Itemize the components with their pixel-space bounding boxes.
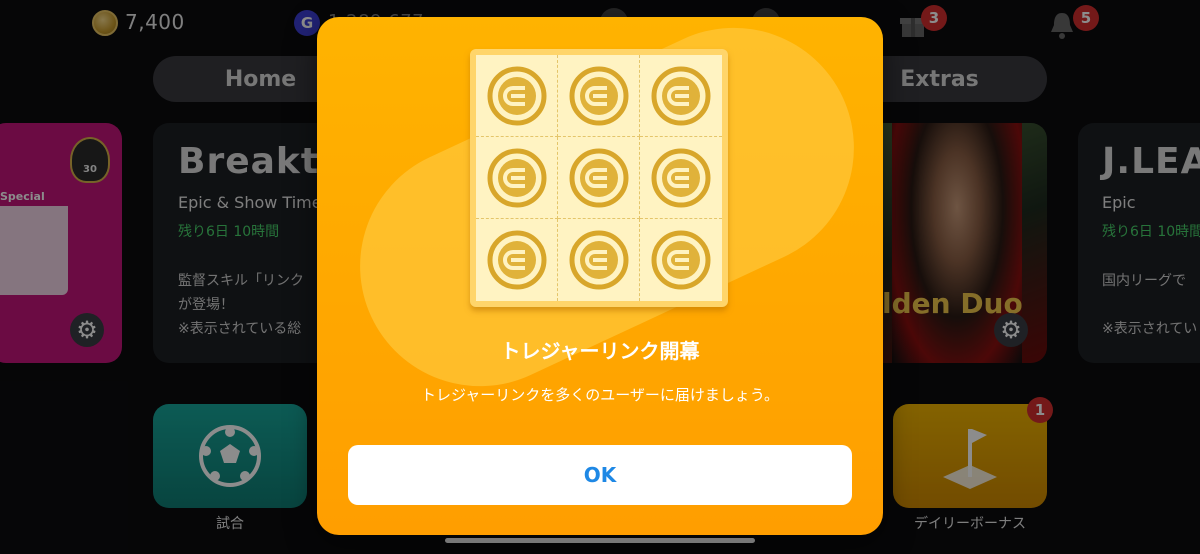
ok-button[interactable]: OK: [348, 445, 852, 505]
treasure-coin-icon: [640, 137, 722, 219]
treasure-coin-icon: [476, 219, 558, 301]
treasure-coin-icon: [640, 219, 722, 301]
treasure-coin-icon: [558, 137, 640, 219]
treasure-coin-icon: [476, 137, 558, 219]
dialog-message: トレジャーリンクを多くのユーザーに届けましょう。: [420, 386, 780, 404]
treasure-coin-icon: [558, 219, 640, 301]
treasure-link-dialog: トレジャーリンク開幕 トレジャーリンクを多くのユーザーに届けましょう。 OK: [317, 17, 883, 535]
dialog-title: トレジャーリンク開幕: [500, 339, 700, 363]
treasure-coin-icon: [558, 55, 640, 137]
treasure-coin-icon: [640, 55, 722, 137]
treasure-coin-icon: [476, 55, 558, 137]
home-indicator: [445, 538, 755, 543]
treasure-link-grid: [470, 49, 728, 307]
